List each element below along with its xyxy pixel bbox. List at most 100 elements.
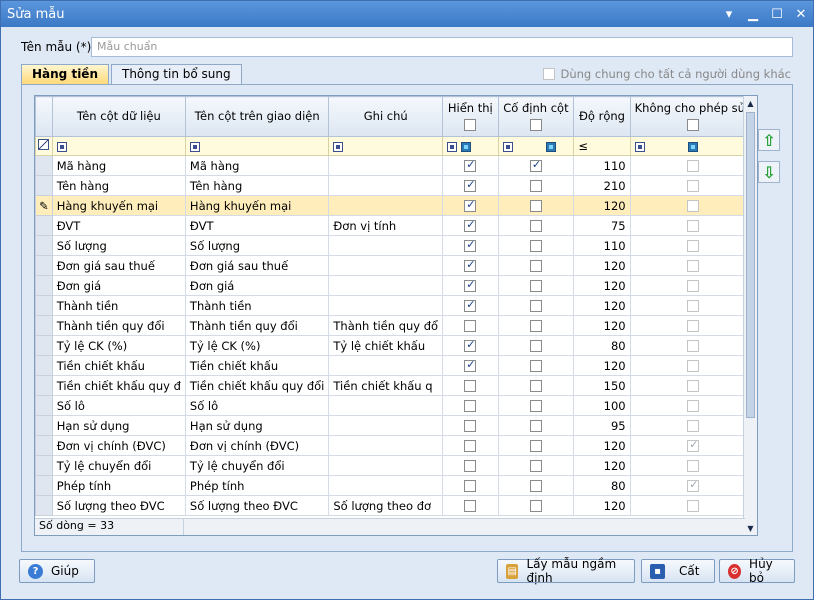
cell-no-edit[interactable] xyxy=(629,315,757,336)
row-no-edit-checkbox[interactable] xyxy=(687,400,700,412)
row-fixed-checkbox[interactable] xyxy=(529,180,542,192)
cell-ui-col[interactable]: Số lượng xyxy=(184,235,330,256)
row-indicator[interactable] xyxy=(35,235,53,256)
cell-data-col[interactable]: Tiền chiết khấu xyxy=(51,355,186,376)
table-row[interactable]: Tiền chiết khấuTiền chiết khấu 120 xyxy=(35,355,757,376)
cell-note[interactable]: Tỷ lệ chiết khấu xyxy=(328,335,444,356)
table-row[interactable]: Thành tiền quy đổi Thành tiền quy đổi Thàn… xyxy=(35,315,757,336)
table-row[interactable]: Đơn giá sau thuếĐơn giá sau thuế 120 xyxy=(35,255,757,276)
row-no-edit-checkbox[interactable] xyxy=(687,360,700,372)
cell-fixed[interactable] xyxy=(497,475,575,496)
row-no-edit-checkbox[interactable] xyxy=(687,200,700,212)
filter-data-col[interactable] xyxy=(51,136,186,156)
row-indicator[interactable] xyxy=(35,395,53,416)
maximize-icon[interactable]: ☐ xyxy=(765,3,789,25)
filter-icon[interactable] xyxy=(189,141,200,152)
row-show-checkbox[interactable] xyxy=(464,420,477,432)
cell-show[interactable] xyxy=(442,415,499,436)
table-row[interactable]: Thành tiềnThành tiền 120 xyxy=(35,295,757,316)
row-fixed-checkbox[interactable] xyxy=(529,400,542,412)
dropdown-icon[interactable]: ▾ xyxy=(717,3,741,25)
no-edit-all-checkbox[interactable] xyxy=(687,119,700,131)
row-show-checkbox[interactable] xyxy=(464,178,477,192)
table-row[interactable]: Phép tính Phép tính 80 xyxy=(35,475,757,496)
row-indicator[interactable] xyxy=(35,275,53,296)
cell-data-col[interactable]: Hàng khuyến mại xyxy=(51,195,186,216)
cell-fixed[interactable] xyxy=(497,295,575,316)
table-row[interactable]: Số lô Số lô 100 xyxy=(35,395,757,416)
scroll-up-icon[interactable]: ▲ xyxy=(744,96,757,110)
cell-no-edit[interactable] xyxy=(629,155,757,176)
row-no-edit-checkbox[interactable] xyxy=(687,280,700,292)
cell-fixed[interactable] xyxy=(497,235,575,256)
row-show-checkbox[interactable] xyxy=(464,258,477,272)
cell-fixed[interactable] xyxy=(497,275,575,296)
cell-show[interactable] xyxy=(442,175,499,196)
show-all-checkbox[interactable] xyxy=(464,119,477,131)
row-fixed-checkbox[interactable] xyxy=(529,220,542,232)
cell-note[interactable]: Số lượng theo đơ xyxy=(328,495,444,516)
table-row[interactable]: Đơn vị chính (ĐVC) Đơn vị chính (ĐVC) 120 xyxy=(35,435,757,456)
cell-note[interactable] xyxy=(328,415,444,436)
cell-fixed[interactable] xyxy=(497,415,575,436)
cell-ui-col[interactable]: Tên hàng xyxy=(184,175,330,196)
row-indicator[interactable] xyxy=(35,315,53,336)
cell-fixed[interactable] xyxy=(497,335,575,356)
cell-note[interactable] xyxy=(328,355,444,376)
cell-show[interactable] xyxy=(442,395,499,416)
scroll-down-icon[interactable]: ▼ xyxy=(744,521,757,535)
cell-width[interactable]: 120 xyxy=(573,495,631,516)
cell-fixed[interactable] xyxy=(497,495,575,516)
cell-show[interactable] xyxy=(442,255,499,276)
cell-show[interactable] xyxy=(442,195,499,216)
row-indicator[interactable] xyxy=(35,215,53,236)
cell-note[interactable] xyxy=(328,435,444,456)
cell-show[interactable] xyxy=(442,495,499,516)
help-button[interactable]: ? Giúp xyxy=(19,559,95,583)
cell-no-edit[interactable] xyxy=(629,215,757,236)
cell-width[interactable]: 150 xyxy=(573,375,631,396)
cell-no-edit[interactable] xyxy=(629,355,757,376)
cell-ui-col[interactable]: Tiền chiết khấu quy đổi xyxy=(184,375,330,396)
cell-show[interactable] xyxy=(442,455,499,476)
row-indicator[interactable] xyxy=(35,255,53,276)
cell-note[interactable] xyxy=(328,295,444,316)
cell-width[interactable]: 120 xyxy=(573,275,631,296)
cell-fixed[interactable] xyxy=(497,375,575,396)
row-indicator[interactable] xyxy=(35,355,53,376)
cell-note[interactable] xyxy=(328,395,444,416)
header-note[interactable]: Ghi chú xyxy=(328,96,444,137)
filter-value-icon[interactable] xyxy=(688,141,699,152)
filter-fixed[interactable] xyxy=(497,136,575,156)
header-show[interactable]: Hiển thị xyxy=(442,96,499,137)
cell-show[interactable] xyxy=(442,355,499,376)
cell-show[interactable] xyxy=(442,235,499,256)
cell-width[interactable]: 120 xyxy=(573,355,631,376)
row-fixed-checkbox[interactable] xyxy=(529,420,542,432)
row-fixed-checkbox[interactable] xyxy=(529,240,542,252)
cell-width[interactable]: 120 xyxy=(573,195,631,216)
cell-fixed[interactable] xyxy=(497,195,575,216)
cell-no-edit[interactable] xyxy=(629,255,757,276)
row-no-edit-checkbox[interactable] xyxy=(687,478,700,492)
row-fixed-checkbox[interactable] xyxy=(529,440,542,452)
cell-data-col[interactable]: Thành tiền quy đổi xyxy=(51,315,186,336)
row-fixed-checkbox[interactable] xyxy=(529,340,542,352)
cell-show[interactable] xyxy=(442,155,499,176)
row-indicator[interactable] xyxy=(35,295,53,316)
row-indicator[interactable] xyxy=(35,335,53,356)
table-row[interactable]: Tên hàngTên hàng 210 xyxy=(35,175,757,196)
row-fixed-checkbox[interactable] xyxy=(529,158,542,172)
cell-width[interactable]: 110 xyxy=(573,235,631,256)
cell-data-col[interactable]: Số lượng theo ĐVC xyxy=(51,495,186,516)
table-row[interactable]: ĐVTĐVTĐơn vị tính75 xyxy=(35,215,757,236)
minimize-icon[interactable]: ▁ xyxy=(741,3,765,25)
cell-ui-col[interactable]: Thành tiền quy đổi xyxy=(184,315,330,336)
cell-data-col[interactable]: Tỷ lệ chuyển đổi xyxy=(51,455,186,476)
cell-data-col[interactable]: Thành tiền xyxy=(51,295,186,316)
row-indicator[interactable] xyxy=(35,155,53,176)
row-no-edit-checkbox[interactable] xyxy=(687,340,700,352)
table-row[interactable]: Đơn giáĐơn giá 120 xyxy=(35,275,757,296)
row-fixed-checkbox[interactable] xyxy=(529,320,542,332)
row-fixed-checkbox[interactable] xyxy=(529,260,542,272)
